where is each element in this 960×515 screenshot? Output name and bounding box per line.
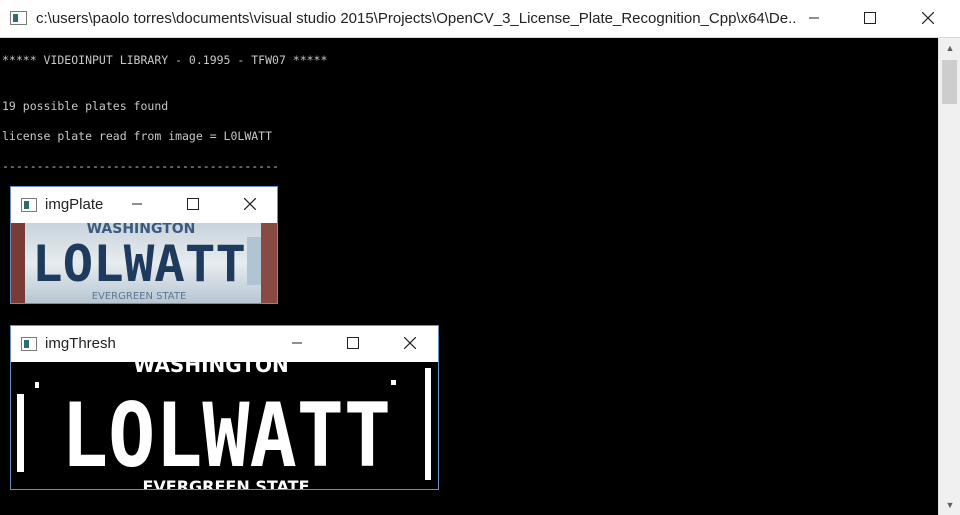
maximize-icon: [347, 337, 359, 349]
minimize-icon: [132, 203, 142, 205]
close-icon: [403, 336, 417, 350]
img-thresh-close-button[interactable]: [382, 326, 438, 362]
scroll-up-arrow-icon[interactable]: ▲: [939, 38, 960, 58]
close-icon: [921, 11, 935, 25]
thresh-motto-text: EVERGREEN STATE: [142, 477, 309, 489]
img-thresh-maximize-button[interactable]: [325, 326, 381, 362]
maximize-icon: [187, 198, 199, 210]
license-plate-image: WASHINGTON LOLWATT EVERGREEN STATE: [11, 223, 277, 303]
maximize-icon: [864, 12, 876, 24]
img-thresh-minimize-button[interactable]: [269, 326, 325, 362]
thresh-image: WASHINGTON LOLWATT EVERGREEN STATE: [11, 362, 438, 489]
img-plate-window[interactable]: imgPlate WASHINGTON LOLWATT EVERGREEN ST…: [10, 186, 278, 304]
img-plate-minimize-button[interactable]: [109, 187, 165, 223]
vertical-scrollbar[interactable]: ▲ ▼: [938, 38, 960, 515]
img-plate-maximize-button[interactable]: [165, 187, 221, 223]
plate-image: WASHINGTON LOLWATT EVERGREEN STATE: [11, 223, 277, 303]
plate-number-text: LOLWATT: [32, 235, 246, 293]
img-thresh-titlebar[interactable]: imgThresh: [11, 326, 438, 362]
img-plate-title: imgPlate: [45, 196, 104, 213]
img-thresh-title: imgThresh: [45, 335, 116, 352]
close-button[interactable]: [900, 0, 956, 38]
console-line-separator: ----------------------------------------: [2, 159, 279, 173]
window-title: c:\users\paolo torres\documents\visual s…: [36, 10, 796, 27]
title-bar[interactable]: c:\users\paolo torres\documents\visual s…: [0, 0, 960, 38]
scroll-thumb[interactable]: [942, 60, 957, 104]
console-line-header: ***** VIDEOINPUT LIBRARY - 0.1995 - TFW0…: [2, 53, 328, 67]
close-icon: [243, 197, 257, 211]
plate-motto-text: EVERGREEN STATE: [92, 291, 187, 302]
scroll-down-arrow-icon[interactable]: ▼: [939, 495, 960, 515]
thresh-state-text: WASHINGTON: [133, 362, 288, 377]
img-plate-titlebar[interactable]: imgPlate: [11, 187, 277, 223]
minimize-button[interactable]: [786, 0, 842, 38]
minimize-icon: [809, 17, 819, 19]
console-line-plate-read: license plate read from image = L0LWATT: [2, 129, 273, 143]
img-thresh-window[interactable]: imgThresh WASHINGTON LOLWATT EVERGREEN S…: [10, 325, 439, 490]
console-app-icon: [10, 11, 27, 25]
maximize-button[interactable]: [842, 0, 898, 38]
minimize-icon: [292, 342, 302, 344]
img-thresh-app-icon: [21, 337, 37, 351]
thresholded-plate-image: WASHINGTON LOLWATT EVERGREEN STATE: [11, 362, 438, 489]
thresh-number-text: LOLWATT: [61, 384, 391, 487]
img-plate-close-button[interactable]: [222, 187, 278, 223]
img-plate-app-icon: [21, 198, 37, 212]
console-line-plates-found: 19 possible plates found: [2, 99, 169, 113]
